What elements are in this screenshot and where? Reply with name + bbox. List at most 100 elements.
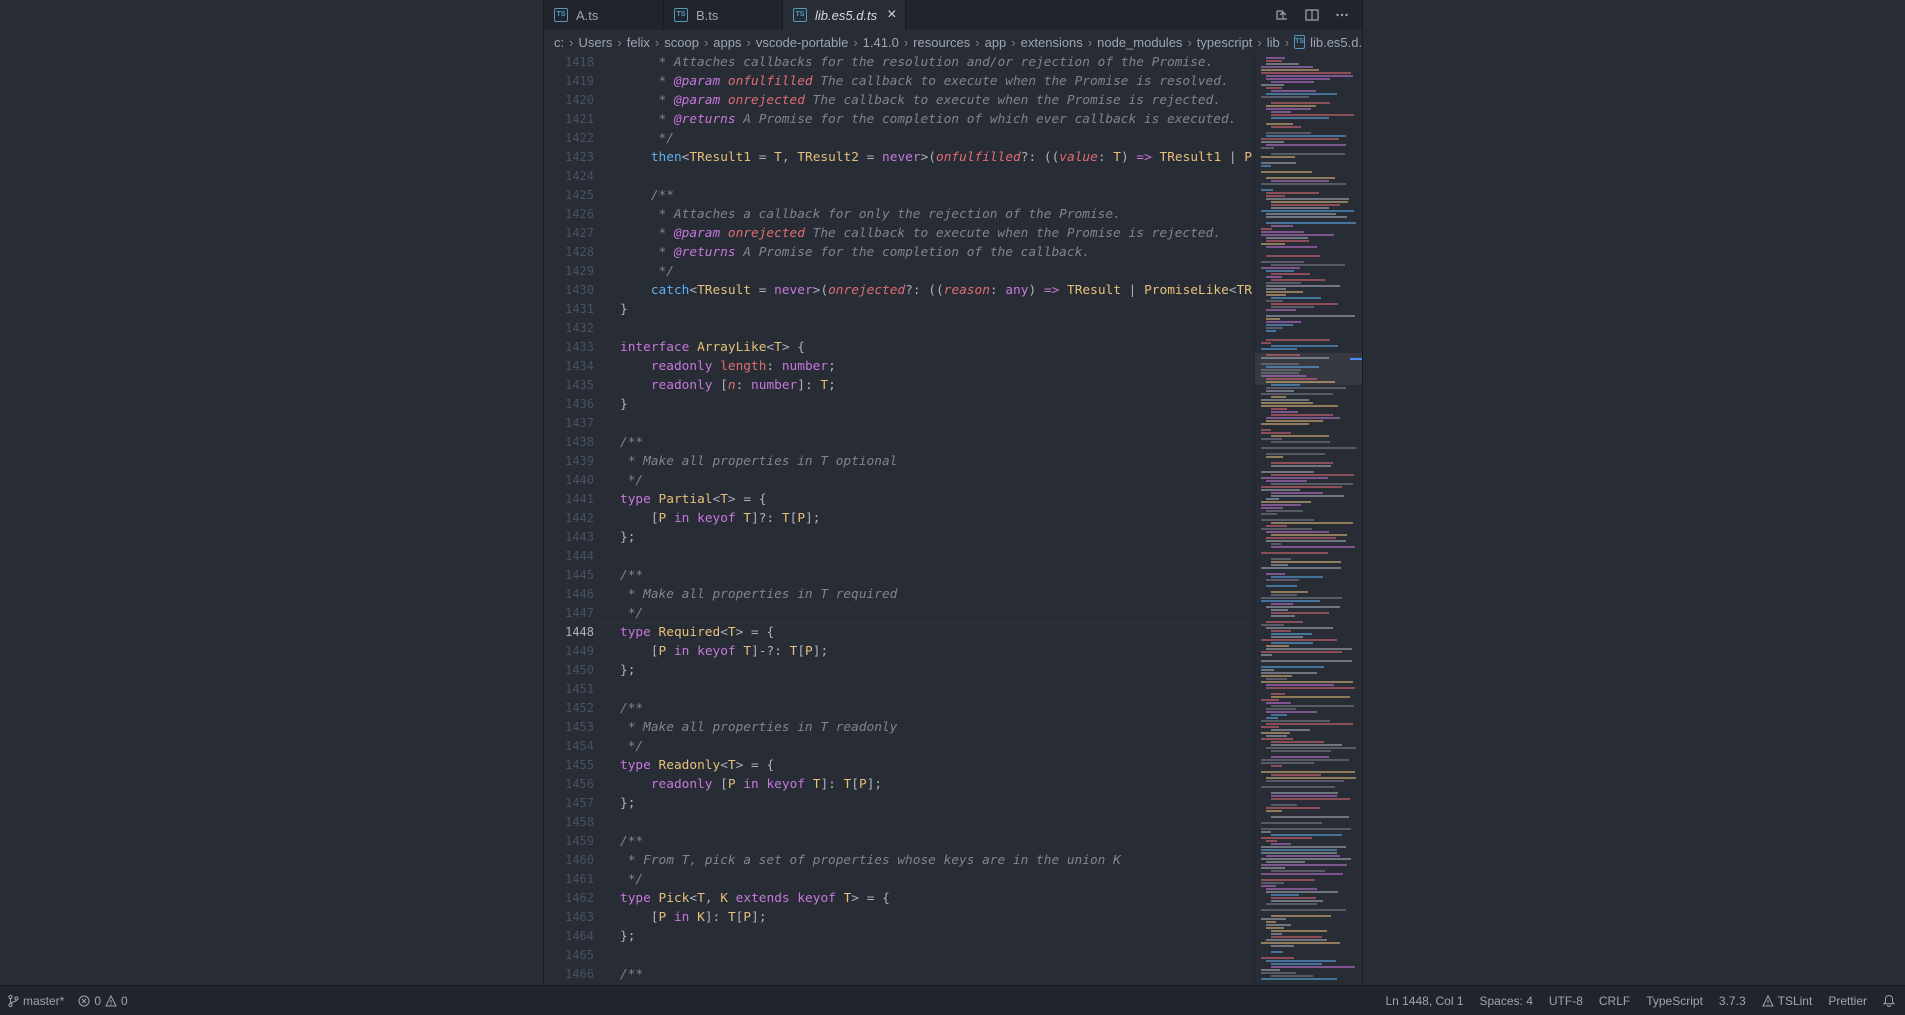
code-line: }; [620,927,635,946]
minimap-line [1266,378,1317,380]
minimap-line [1266,327,1283,329]
minimap-line [1271,816,1349,818]
code-line: * @returns A Promise for the completion … [620,243,1090,262]
line-number: 1434 [565,359,594,373]
minimap-line [1266,903,1317,905]
close-icon[interactable]: × [887,6,896,24]
minimap-line [1266,87,1282,89]
code-token: [ [620,910,659,925]
line-number: 1423 [565,150,594,164]
code-editor[interactable]: 1418 1419 1420 1421 1422 1423 1424 1425 1426 1427… [544,53,1252,985]
minimap-line [1266,354,1300,356]
cursor-position[interactable]: Ln 1448, Col 1 [1385,994,1463,1008]
minimap-line [1266,648,1352,650]
minimap-line [1266,144,1346,146]
indentation[interactable]: Spaces: 4 [1480,994,1533,1008]
minimap-line [1266,777,1356,779]
code-token: > { [781,340,805,355]
breadcrumb-item[interactable]: typescript [1197,35,1253,50]
code-token: then [650,150,682,165]
code-token: */ [620,606,644,621]
tab-a-ts[interactable]: TS A.ts [544,0,664,30]
breadcrumb-item[interactable]: resources [913,35,970,50]
minimap-line [1266,255,1320,257]
typescript-version[interactable]: 3.7.3 [1719,994,1746,1008]
line-number: 1456 [565,777,594,791]
minimap-line [1266,807,1320,809]
code-line: /** [620,566,643,585]
minimap-line [1271,765,1282,767]
breadcrumb-item[interactable]: lib.es5.d.ts [1310,35,1362,50]
code-line: catch<TResult = never>(onrejected?: ((re… [620,281,1252,300]
prettier-status[interactable]: Prettier [1828,994,1867,1008]
code-token: length [720,359,767,374]
code-token: : [735,378,752,393]
line-number: 1451 [565,682,594,696]
file-encoding[interactable]: UTF-8 [1549,994,1583,1008]
breadcrumb-item[interactable]: felix [627,35,650,50]
line-number: 1452 [565,701,594,715]
code-token: * Make all properties in T required [620,587,898,602]
tab-lib-es5-d-ts[interactable]: TS lib.es5.d.ts × [783,0,906,30]
line-number: 1457 [565,796,594,810]
line-number: 1454 [565,739,594,753]
minimap-line [1271,102,1330,104]
code-token: Pick [658,891,690,906]
minimap-line [1261,852,1337,854]
branch-status[interactable]: master* [8,994,64,1008]
minimap-line [1261,786,1335,788]
minimap-line [1266,276,1282,278]
more-actions-icon[interactable] [1334,7,1350,23]
minimap-line [1261,624,1284,626]
code-token: A Promise for the completion of the call… [735,245,1090,260]
branch-name: master* [23,993,65,1008]
warning-icon [1761,994,1774,1006]
minimap-line [1261,879,1315,881]
breadcrumb-item[interactable]: vscode-portable [756,35,849,50]
minimap-line [1261,162,1296,164]
code-token: onfulfilled [936,150,1021,165]
split-editor-icon[interactable] [1304,7,1320,23]
breadcrumb-item[interactable]: 1.41.0 [863,35,899,50]
minimap-line [1261,183,1346,185]
breadcrumb-item[interactable]: app [985,35,1007,50]
minimap-line [1271,534,1347,536]
breadcrumb-item[interactable]: lib [1267,35,1280,50]
code-token: readonly [650,378,713,393]
breadcrumb-item[interactable]: apps [713,35,741,50]
breadcrumb-item[interactable]: node_modules [1097,35,1182,50]
breadcrumb-item[interactable]: c: [554,35,564,50]
language-mode[interactable]: TypeScript [1646,994,1703,1008]
tslint-status[interactable]: TSLint [1761,994,1812,1008]
chevron-right-icon: › [703,34,709,50]
minimap-line [1271,897,1316,899]
tab-b-ts[interactable]: TS B.ts [664,0,783,30]
breadcrumb-item[interactable]: extensions [1021,35,1083,50]
minimap-line [1266,330,1276,332]
line-number: 1444 [565,549,594,563]
minimap-line [1261,873,1343,875]
minimap-line [1261,189,1273,191]
minimap-line [1266,498,1279,500]
code-token: > = { [735,758,775,773]
minimap[interactable] [1254,53,1362,985]
minimap-line [1261,972,1296,974]
minimap-line [1266,237,1308,239]
problems-status[interactable]: 0 0 [78,994,128,1008]
minimap-line [1261,720,1330,722]
code-token: TResult2 [797,150,859,165]
minimap-line [1266,60,1282,62]
minimap-line [1271,204,1340,206]
minimap-line [1261,96,1309,98]
line-number: 1441 [565,492,594,506]
breadcrumb-item[interactable]: scoop [664,35,699,50]
code-token: @returns [673,245,736,260]
code-token: ArrayLike [697,340,767,355]
open-changes-icon[interactable] [1274,7,1290,23]
end-of-line[interactable]: CRLF [1599,994,1630,1008]
breadcrumb-item[interactable]: Users [578,35,612,50]
code-token: ]; [805,511,821,526]
notifications-bell-icon[interactable] [1883,994,1895,1007]
minimap-line [1271,900,1323,902]
